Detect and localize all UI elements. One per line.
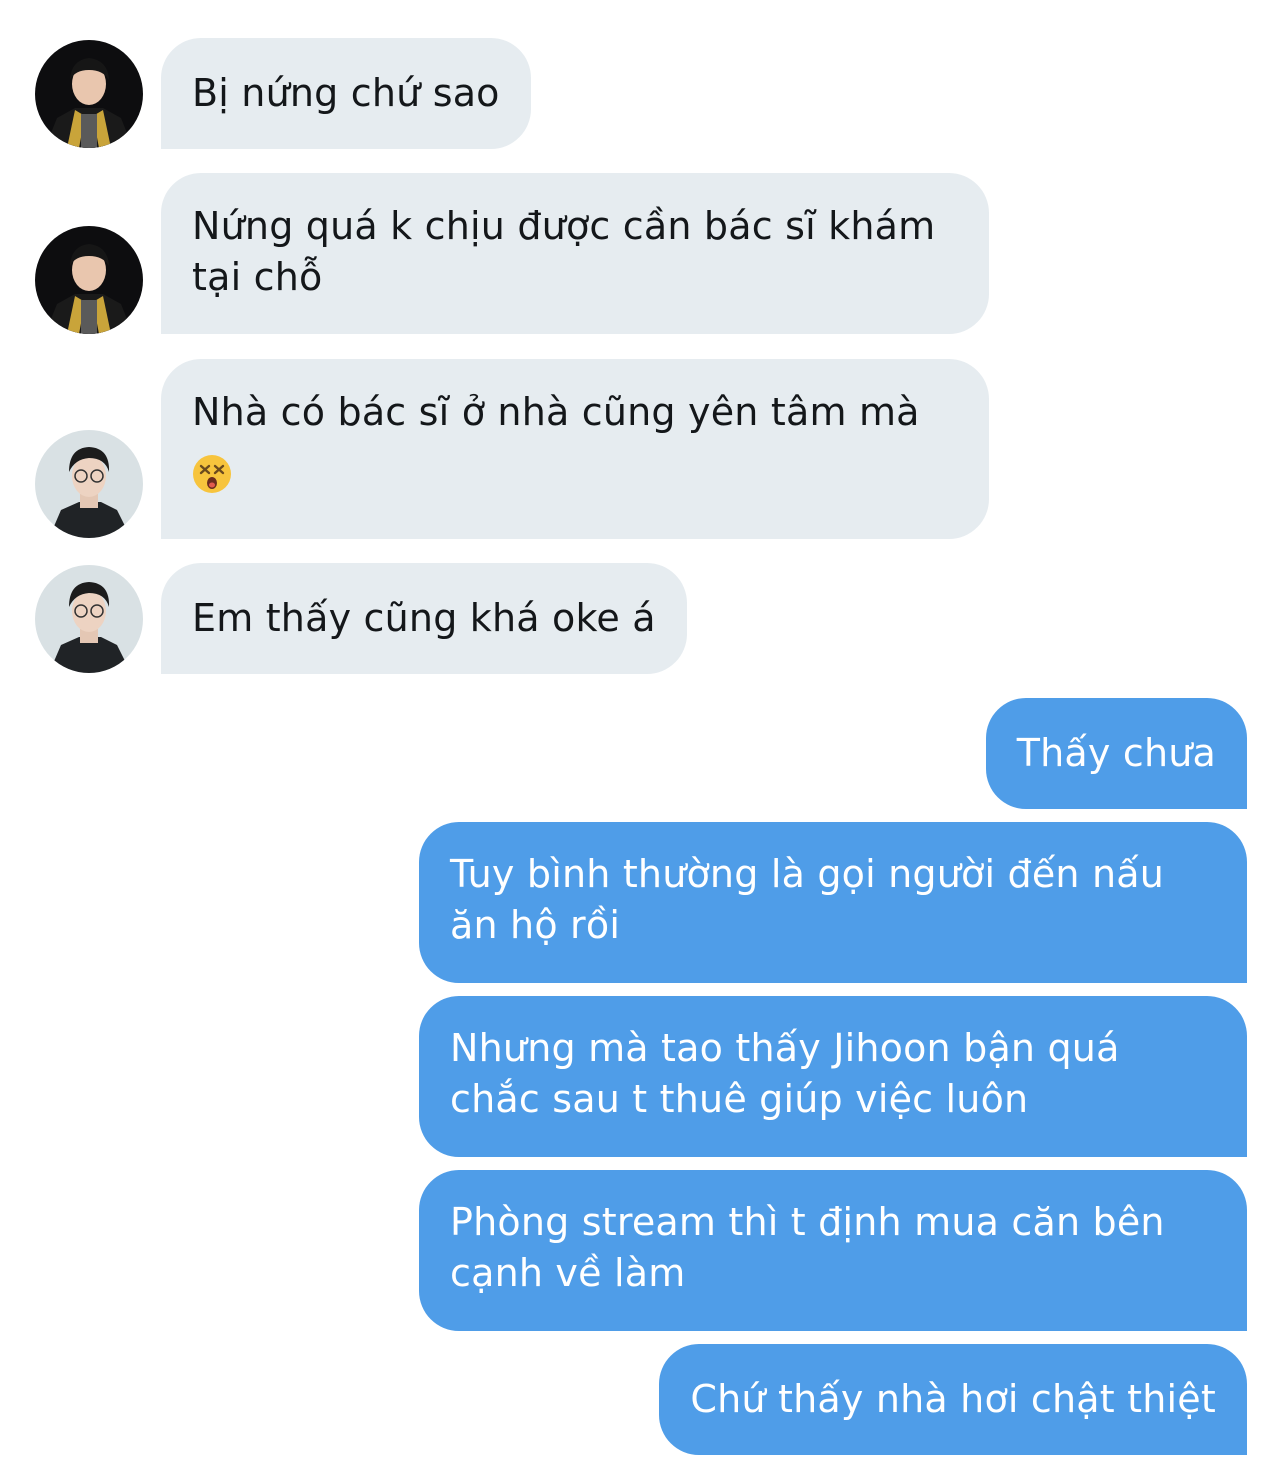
emoji-line: [192, 446, 958, 497]
message-text: Thấy chưa: [1016, 731, 1216, 775]
message-text: Phòng stream thì t định mua căn bên: [450, 1200, 1165, 1244]
message-text: Nhưng mà tao thấy Jihoon bận quá: [450, 1026, 1120, 1070]
avatar[interactable]: [35, 430, 143, 538]
message-bubble[interactable]: Nứng quá k chịu được cần bác sĩ khám tại…: [161, 173, 989, 334]
message-bubble[interactable]: Thấy chưa: [985, 698, 1247, 809]
message-bubble[interactable]: Nhưng mà tao thấy Jihoon bận quá chắc sa…: [419, 996, 1247, 1157]
avatar[interactable]: [35, 40, 143, 148]
message-bubble[interactable]: Tuy bình thường là gọi người đến nấu ăn …: [419, 822, 1247, 983]
message-bubble[interactable]: Chứ thấy nhà hơi chật thiệt: [659, 1344, 1247, 1455]
avatar-image: [35, 565, 143, 673]
message-bubble[interactable]: Nhà có bác sĩ ở nhà cũng yên tâm mà: [161, 359, 989, 539]
message-text: Nhà có bác sĩ ở nhà cũng yên tâm mà: [192, 390, 920, 434]
avatar-image: [35, 40, 143, 148]
message-bubble[interactable]: Em thấy cũng khá oke á: [161, 563, 687, 674]
message-text: Nứng quá k chịu được cần bác sĩ khám: [192, 204, 936, 248]
avatar[interactable]: [35, 226, 143, 334]
message-text: ăn hộ rồi: [450, 903, 621, 947]
avatar-image: [35, 430, 143, 538]
message-text: Chứ thấy nhà hơi chật thiệt: [690, 1377, 1216, 1421]
message-bubble[interactable]: Phòng stream thì t định mua căn bên cạnh…: [419, 1170, 1247, 1331]
message-text: tại chỗ: [192, 255, 323, 299]
message-text: cạnh về làm: [450, 1251, 686, 1295]
message-bubble[interactable]: Bị nứng chứ sao: [161, 38, 531, 149]
message-text: Bị nứng chứ sao: [192, 71, 500, 115]
avatar[interactable]: [35, 565, 143, 673]
dizzy-face-emoji: [193, 454, 231, 493]
message-text: chắc sau t thuê giúp việc luôn: [450, 1077, 1029, 1121]
avatar-image: [35, 226, 143, 334]
message-text: Tuy bình thường là gọi người đến nấu: [450, 852, 1165, 896]
message-text: Em thấy cũng khá oke á: [192, 596, 656, 640]
